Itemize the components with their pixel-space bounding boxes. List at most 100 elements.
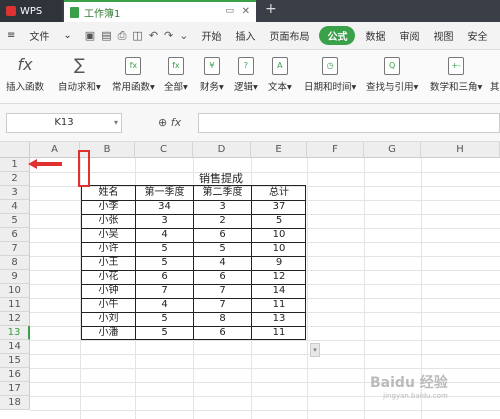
table-cell[interactable]: 小牛 xyxy=(82,298,135,312)
table-cell[interactable]: 10 xyxy=(252,228,306,242)
open-icon[interactable]: ▤ xyxy=(101,29,111,43)
tab-insert[interactable]: 插入 xyxy=(228,28,262,43)
col-header-h[interactable]: H xyxy=(421,142,500,158)
row-header-11[interactable]: 11 xyxy=(0,298,30,312)
table-cell[interactable]: 小王 xyxy=(82,256,135,270)
date-time-button[interactable]: ◷ 日期和时间▾ xyxy=(304,54,356,93)
close-icon[interactable]: ✕ xyxy=(242,6,250,17)
table-cell[interactable]: 5 xyxy=(136,256,193,270)
table-cell[interactable]: 12 xyxy=(252,270,306,284)
autosum-button[interactable]: ∑ 自动求和▾ xyxy=(58,54,101,93)
col-header-c[interactable]: C xyxy=(135,142,193,158)
zoom-icon[interactable]: ⊕ xyxy=(158,116,167,129)
table-cell[interactable]: 小花 xyxy=(82,270,135,284)
preview-icon[interactable]: ◫ xyxy=(132,29,142,43)
scroll-indicator[interactable]: ▾ xyxy=(310,343,320,357)
print-icon[interactable]: ⎙ xyxy=(118,29,127,43)
more-icon[interactable]: ⌄ xyxy=(179,29,188,43)
table-cell[interactable]: 小钟 xyxy=(82,284,135,298)
tab-home[interactable]: 开始 xyxy=(194,28,228,43)
row-header-1[interactable]: 1 xyxy=(0,158,30,172)
table-cell[interactable]: 8 xyxy=(194,312,251,326)
table-cell[interactable]: 5 xyxy=(136,312,193,326)
name-box[interactable]: K13 ▾ xyxy=(6,113,122,133)
lookup-reference-button[interactable]: Q 查找与引用▾ xyxy=(366,54,418,93)
table-cell[interactable]: 5 xyxy=(194,242,251,256)
wps-home-tab[interactable]: WPS xyxy=(0,0,62,22)
tab-view[interactable]: 视图 xyxy=(426,28,460,43)
table-cell[interactable]: 37 xyxy=(252,200,306,214)
window-icon[interactable]: ▭ xyxy=(225,6,234,16)
table-cell[interactable]: 小许 xyxy=(82,242,135,256)
table-cell[interactable]: 3 xyxy=(136,214,193,228)
table-cell[interactable]: 6 xyxy=(136,270,193,284)
row-header-13[interactable]: 13 xyxy=(0,326,30,340)
row-header-14[interactable]: 14 xyxy=(0,340,30,354)
table-cell[interactable]: 3 xyxy=(194,200,251,214)
tab-review[interactable]: 审阅 xyxy=(392,28,426,43)
row-header-3[interactable]: 3 xyxy=(0,186,30,200)
table-cell[interactable]: 14 xyxy=(252,284,306,298)
table-cell[interactable]: 小潘 xyxy=(82,326,135,340)
table-title[interactable]: 销售提成 xyxy=(135,172,307,186)
table-cell[interactable]: 5 xyxy=(136,242,193,256)
redo-icon[interactable]: ↷ xyxy=(164,29,173,43)
all-functions-button[interactable]: fx 全部▾ xyxy=(164,54,188,93)
table-cell[interactable]: 5 xyxy=(252,214,306,228)
math-trig-button[interactable]: +- 数学和三角▾ xyxy=(430,54,482,93)
new-tab-icon[interactable]: + xyxy=(265,1,277,17)
table-cell[interactable]: 11 xyxy=(252,326,306,340)
col-header-e[interactable]: E xyxy=(251,142,307,158)
logical-button[interactable]: ? 逻辑▾ xyxy=(234,54,258,93)
row-header-6[interactable]: 6 xyxy=(0,228,30,242)
col-header-f[interactable]: F xyxy=(307,142,364,158)
tab-security[interactable]: 安全 xyxy=(460,28,494,43)
text-button[interactable]: A 文本▾ xyxy=(268,54,292,93)
table-cell[interactable]: 7 xyxy=(194,298,251,312)
row-header-12[interactable]: 12 xyxy=(0,312,30,326)
table-header-total[interactable]: 总计 xyxy=(252,186,306,200)
financial-button[interactable]: ¥ 财务▾ xyxy=(200,54,224,93)
table-cell[interactable]: 6 xyxy=(194,228,251,242)
table-cell[interactable]: 7 xyxy=(136,284,193,298)
row-header-7[interactable]: 7 xyxy=(0,242,30,256)
table-cell[interactable]: 5 xyxy=(136,326,193,340)
row-header-15[interactable]: 15 xyxy=(0,354,30,368)
table-cell[interactable]: 7 xyxy=(194,284,251,298)
chevron-down-icon[interactable]: ⌄ xyxy=(56,30,78,41)
table-cell[interactable]: 4 xyxy=(136,298,193,312)
table-header-q2[interactable]: 第二季度 xyxy=(194,186,251,200)
formula-input[interactable] xyxy=(198,113,500,133)
table-cell[interactable]: 6 xyxy=(194,270,251,284)
row-header-4[interactable]: 4 xyxy=(0,200,30,214)
table-cell[interactable]: 6 xyxy=(194,326,251,340)
row-header-8[interactable]: 8 xyxy=(0,256,30,270)
row-header-17[interactable]: 17 xyxy=(0,382,30,396)
table-cell[interactable]: 小张 xyxy=(82,214,135,228)
table-cell[interactable]: 4 xyxy=(194,256,251,270)
hamburger-icon[interactable]: ≡ xyxy=(0,30,22,41)
row-header-10[interactable]: 10 xyxy=(0,284,30,298)
chevron-down-icon[interactable]: ▾ xyxy=(114,114,118,132)
row-header-5[interactable]: 5 xyxy=(0,214,30,228)
tab-data[interactable]: 数据 xyxy=(358,28,392,43)
table-header-q1[interactable]: 第一季度 xyxy=(136,186,193,200)
file-menu[interactable]: 文件 xyxy=(22,28,56,43)
tab-page-layout[interactable]: 页面布局 xyxy=(262,28,316,43)
table-cell[interactable]: 小李 xyxy=(82,200,135,214)
other-functions-button[interactable]: 其 xyxy=(490,54,500,93)
table-header-name[interactable]: 姓名 xyxy=(82,186,135,200)
undo-icon[interactable]: ↶ xyxy=(149,29,158,43)
table-cell[interactable]: 10 xyxy=(252,242,306,256)
table-cell[interactable]: 小刘 xyxy=(82,312,135,326)
common-functions-button[interactable]: fx 常用函数▾ xyxy=(112,54,155,93)
table-cell[interactable]: 13 xyxy=(252,312,306,326)
insert-function-button[interactable]: fx 插入函数 xyxy=(6,54,44,93)
col-header-d[interactable]: D xyxy=(193,142,251,158)
table-cell[interactable]: 4 xyxy=(136,228,193,242)
row-header-2[interactable]: 2 xyxy=(0,172,30,186)
row-header-18[interactable]: 18 xyxy=(0,396,30,410)
workbook-tab[interactable]: 工作簿1 ▭ ✕ xyxy=(64,0,256,22)
row-header-9[interactable]: 9 xyxy=(0,270,30,284)
tab-formulas[interactable]: 公式 xyxy=(319,26,356,45)
